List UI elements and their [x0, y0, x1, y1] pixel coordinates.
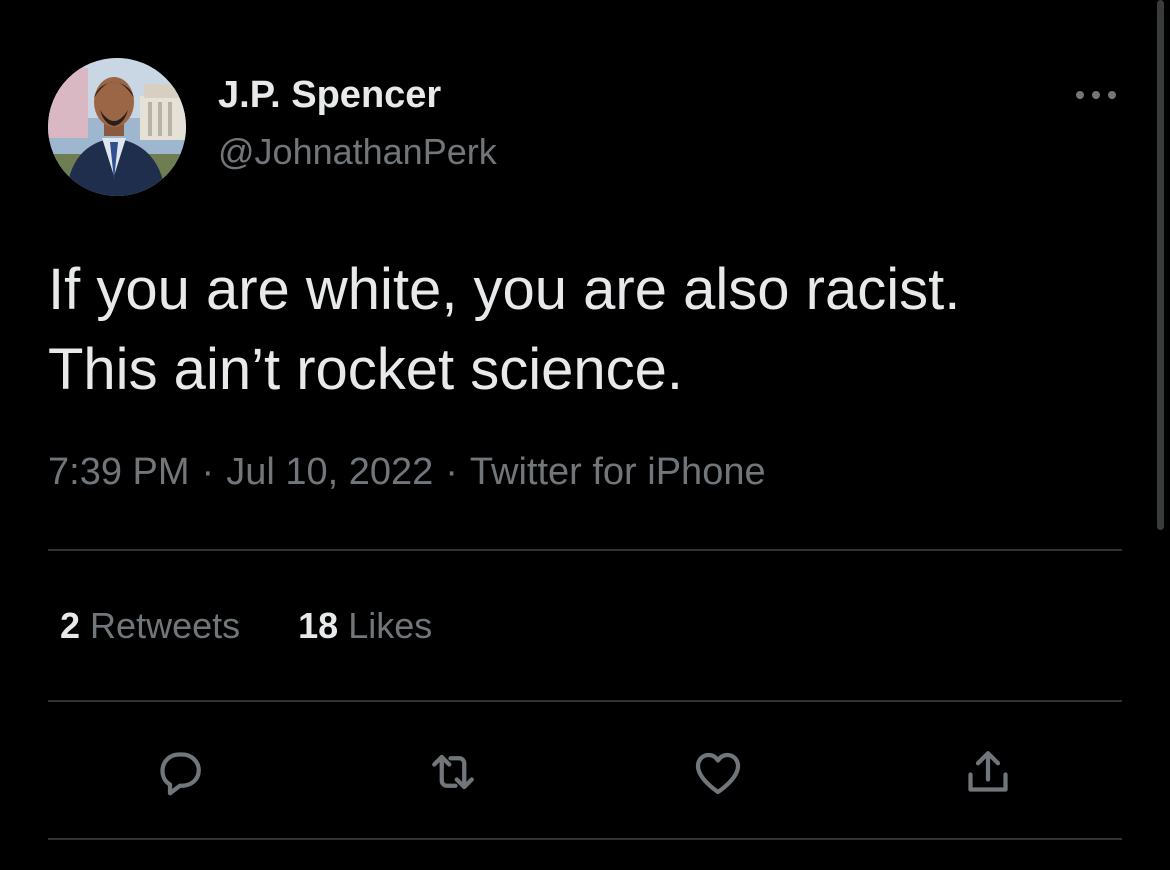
like-button[interactable] [688, 742, 748, 802]
divider [48, 700, 1122, 702]
tweet-source[interactable]: Twitter for iPhone [470, 451, 766, 493]
likes-stat[interactable]: 18 Likes [298, 605, 432, 647]
engagement-stats: 2 Retweets 18 Likes [60, 605, 432, 647]
tweet-text-line: If you are white, you are also racist. [48, 257, 961, 322]
share-button[interactable] [958, 742, 1018, 802]
divider [48, 838, 1122, 840]
tweet-date[interactable]: Jul 10, 2022 [226, 451, 433, 493]
heart-icon [695, 752, 741, 795]
retweet-button[interactable] [423, 742, 483, 802]
divider [48, 549, 1122, 551]
scrollbar[interactable] [1157, 0, 1164, 530]
avatar-photo [48, 58, 186, 196]
likes-label: Likes [348, 605, 433, 646]
reply-button[interactable] [150, 742, 210, 802]
retweets-stat[interactable]: 2 Retweets [60, 605, 240, 647]
meta-separator: · [445, 451, 458, 493]
user-handle[interactable]: @JohnathanPerk [218, 131, 497, 173]
tweet-time[interactable]: 7:39 PM [48, 451, 190, 493]
meta-separator: · [201, 451, 215, 493]
avatar[interactable] [48, 58, 186, 196]
display-name[interactable]: J.P. Spencer [218, 74, 441, 117]
retweets-label: Retweets [90, 605, 241, 646]
more-options-button[interactable] [1070, 78, 1122, 112]
reply-bubble-icon [160, 752, 201, 796]
tweet-metadata: 7:39 PM · Jul 10, 2022 · Twitter for iPhone [48, 451, 766, 494]
retweet-arrows-icon [432, 754, 474, 790]
tweet-text-line: This ain’t rocket science. [48, 337, 684, 402]
share-upload-icon [968, 751, 1008, 792]
retweets-count: 2 [60, 605, 81, 646]
tweet-text: If you are white, you are also racist. T… [48, 250, 1128, 410]
more-horizontal-icon [1076, 91, 1116, 99]
likes-count: 18 [298, 605, 339, 646]
